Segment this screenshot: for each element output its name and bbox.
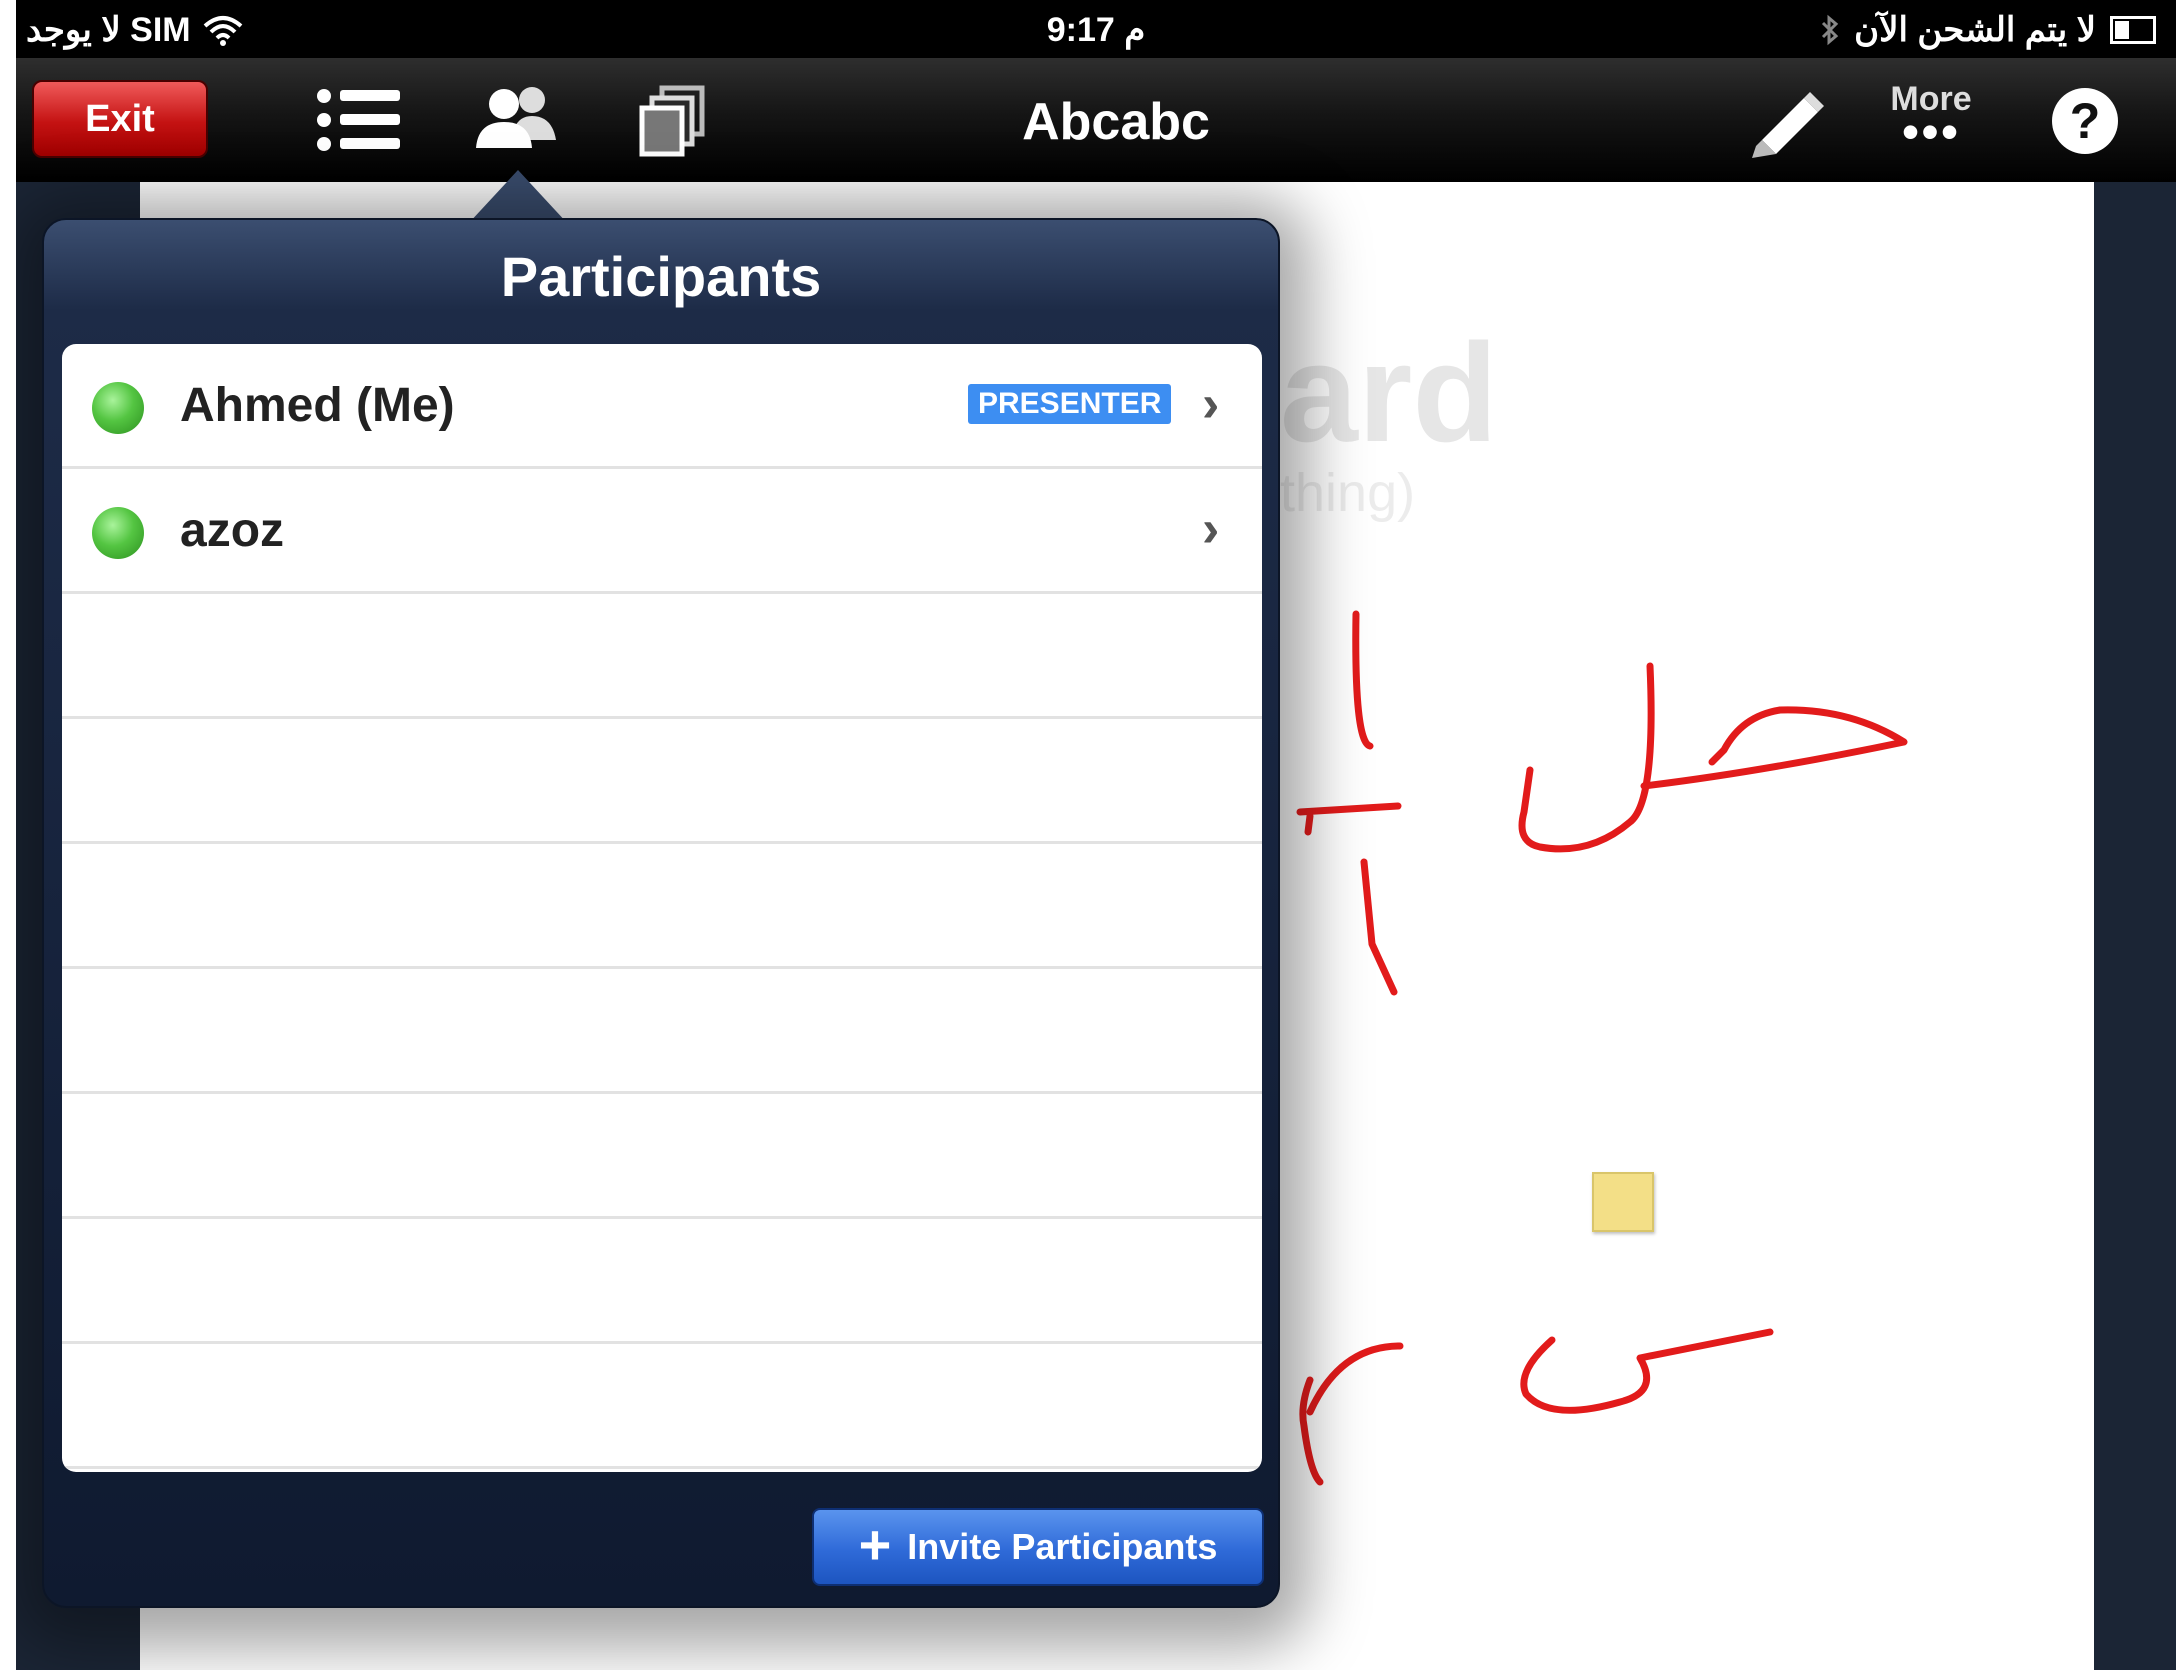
participant-row[interactable]: azoz › [62,469,1262,594]
list-icon [317,89,400,151]
agenda-list-button[interactable] [312,82,408,158]
participants-button[interactable] [468,82,564,158]
empty-row [62,594,1262,719]
invite-participants-label: Invite Participants [907,1526,1218,1567]
participants-popover: Participants Ahmed (Me) PRESENTER › azoz… [42,218,1280,1608]
participants-list: Ahmed (Me) PRESENTER › azoz › [62,344,1262,1472]
plus-icon: + [858,1513,892,1576]
sticky-note[interactable] [1592,1172,1654,1232]
empty-row [62,1219,1262,1344]
participant-name: Ahmed (Me) [180,379,455,432]
chevron-right-icon: › [1202,375,1220,433]
online-status-icon [92,382,144,434]
pages-button[interactable] [628,82,724,158]
empty-row [62,969,1262,1094]
online-status-icon [92,507,144,559]
meeting-title: Abcabc [1022,93,1210,151]
empty-row [62,1094,1262,1219]
battery-icon [2110,16,2156,44]
participant-name: azoz [180,504,285,557]
presenter-badge: PRESENTER [968,384,1172,424]
status-bar: لا يوجد SIM 9:17 م لا يتم الشحن الآن [16,0,2176,58]
copy-pages-icon [639,85,705,157]
app-screen: لا يوجد SIM 9:17 م لا يتم الشحن الآن Exi… [16,0,2176,1670]
more-button[interactable]: More ••• [1876,80,1986,160]
annotate-button[interactable] [1742,82,1832,158]
empty-row [62,844,1262,969]
bluetooth-icon [1822,14,1839,46]
charging-status-text: لا يتم الشحن الآن [1854,11,2096,49]
popover-title: Participants [500,245,822,308]
exit-button[interactable]: Exit [32,80,208,158]
invite-participants-button[interactable]: + Invite Participants [812,1508,1264,1586]
more-dots-icon: ••• [1901,104,1961,160]
pencil-icon [1752,92,1824,158]
help-button[interactable]: ? [2052,88,2118,154]
empty-row [62,1344,1262,1469]
status-right: لا يتم الشحن الآن [1820,10,2156,50]
chevron-right-icon: › [1202,500,1220,558]
popover-arrow [468,170,568,224]
participant-row[interactable]: Ahmed (Me) PRESENTER › [62,344,1262,469]
people-icon [476,87,556,148]
toolbar: Exit Abcabc More ••• ? [16,58,2176,182]
empty-row [62,719,1262,844]
